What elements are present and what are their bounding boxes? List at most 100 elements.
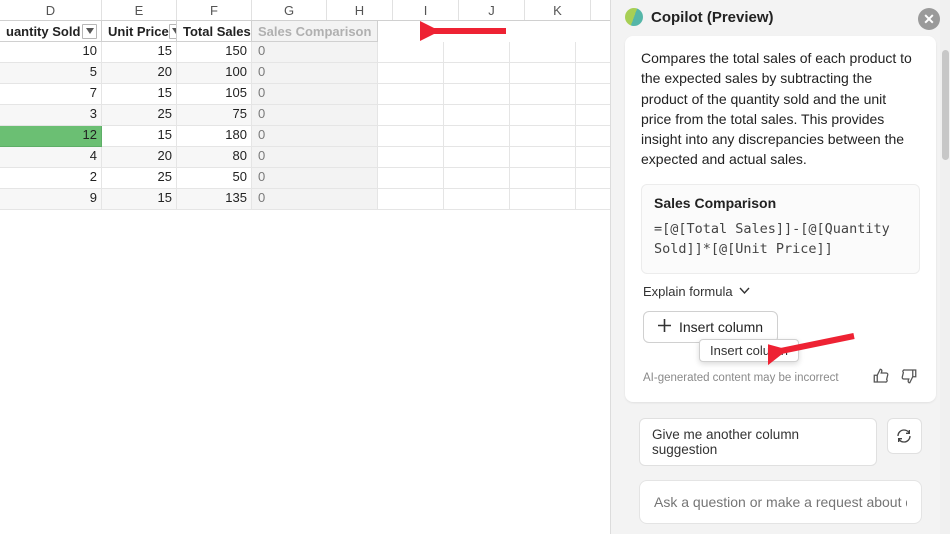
cell[interactable]: 0 bbox=[252, 168, 378, 189]
data-rows[interactable]: 1015150052010007151050325750121518004208… bbox=[0, 42, 610, 210]
cell[interactable] bbox=[378, 126, 444, 147]
cell[interactable]: 0 bbox=[252, 189, 378, 210]
cell[interactable] bbox=[576, 63, 610, 84]
thumbs-up-icon[interactable] bbox=[872, 367, 890, 388]
filter-icon[interactable] bbox=[169, 24, 177, 39]
cell[interactable] bbox=[444, 126, 510, 147]
cell[interactable]: 135 bbox=[177, 189, 252, 210]
cell[interactable]: 9 bbox=[0, 189, 102, 210]
cell[interactable]: 7 bbox=[0, 84, 102, 105]
cell[interactable] bbox=[576, 189, 610, 210]
table-row[interactable]: 12151800 bbox=[0, 126, 610, 147]
ask-input[interactable] bbox=[654, 494, 907, 510]
cell[interactable] bbox=[576, 42, 610, 63]
cell[interactable]: 10 bbox=[0, 42, 102, 63]
cell[interactable] bbox=[378, 147, 444, 168]
cell[interactable] bbox=[378, 105, 444, 126]
cell[interactable]: 15 bbox=[102, 126, 177, 147]
col-header-D[interactable]: D bbox=[0, 0, 102, 20]
col-header-F[interactable]: F bbox=[177, 0, 252, 20]
cell[interactable]: 105 bbox=[177, 84, 252, 105]
cell[interactable] bbox=[510, 126, 576, 147]
cell[interactable] bbox=[378, 189, 444, 210]
table-row[interactable]: 325750 bbox=[0, 105, 610, 126]
th-total-sales[interactable]: Total Sales bbox=[177, 21, 252, 42]
cell[interactable] bbox=[378, 42, 444, 63]
cell[interactable] bbox=[576, 84, 610, 105]
table-row[interactable]: 225500 bbox=[0, 168, 610, 189]
copilot-header: Copilot (Preview) bbox=[611, 0, 950, 32]
table-row[interactable]: 10151500 bbox=[0, 42, 610, 63]
table-row[interactable]: 5201000 bbox=[0, 63, 610, 84]
cell[interactable]: 0 bbox=[252, 147, 378, 168]
cell[interactable] bbox=[444, 105, 510, 126]
suggest-chip[interactable]: Give me another column suggestion bbox=[639, 418, 877, 466]
scrollbar[interactable] bbox=[940, 0, 950, 534]
cell[interactable]: 50 bbox=[177, 168, 252, 189]
col-header-E[interactable]: E bbox=[102, 0, 177, 20]
cell[interactable] bbox=[510, 42, 576, 63]
cell[interactable]: 20 bbox=[102, 63, 177, 84]
cell[interactable]: 25 bbox=[102, 168, 177, 189]
th-unit-price[interactable]: Unit Price bbox=[102, 21, 177, 42]
cell[interactable]: 12 bbox=[0, 126, 102, 147]
cell[interactable]: 0 bbox=[252, 105, 378, 126]
cell[interactable] bbox=[378, 84, 444, 105]
th-ghost-sales-comparison[interactable]: Sales Comparison bbox=[252, 21, 378, 42]
cell[interactable]: 15 bbox=[102, 84, 177, 105]
cell[interactable]: 4 bbox=[0, 147, 102, 168]
cell[interactable] bbox=[576, 147, 610, 168]
cell[interactable] bbox=[576, 126, 610, 147]
table-row[interactable]: 9151350 bbox=[0, 189, 610, 210]
refresh-button[interactable] bbox=[887, 418, 922, 454]
close-button[interactable]: ✕ bbox=[918, 8, 940, 30]
spreadsheet-grid[interactable]: D E F G H I J K uantity Sold Unit Price … bbox=[0, 0, 610, 534]
cell[interactable]: 75 bbox=[177, 105, 252, 126]
cell[interactable]: 2 bbox=[0, 168, 102, 189]
cell[interactable]: 80 bbox=[177, 147, 252, 168]
cell[interactable] bbox=[510, 189, 576, 210]
cell[interactable]: 3 bbox=[0, 105, 102, 126]
cell[interactable] bbox=[444, 168, 510, 189]
cell[interactable] bbox=[510, 63, 576, 84]
cell[interactable] bbox=[510, 168, 576, 189]
col-header-H[interactable]: H bbox=[327, 0, 393, 20]
cell[interactable]: 5 bbox=[0, 63, 102, 84]
cell[interactable] bbox=[378, 63, 444, 84]
cell[interactable] bbox=[576, 168, 610, 189]
col-header-G[interactable]: G bbox=[252, 0, 327, 20]
cell[interactable] bbox=[444, 84, 510, 105]
cell[interactable] bbox=[576, 105, 610, 126]
cell[interactable]: 180 bbox=[177, 126, 252, 147]
table-row[interactable]: 420800 bbox=[0, 147, 610, 168]
cell[interactable] bbox=[510, 147, 576, 168]
table-row[interactable]: 7151050 bbox=[0, 84, 610, 105]
col-header-K[interactable]: K bbox=[525, 0, 591, 20]
cell[interactable] bbox=[510, 105, 576, 126]
cell[interactable] bbox=[444, 189, 510, 210]
cell[interactable] bbox=[378, 168, 444, 189]
cell[interactable]: 15 bbox=[102, 42, 177, 63]
scrollbar-thumb[interactable] bbox=[942, 50, 949, 160]
copilot-title: Copilot (Preview) bbox=[651, 9, 774, 26]
cell[interactable] bbox=[510, 84, 576, 105]
cell[interactable]: 0 bbox=[252, 63, 378, 84]
cell[interactable]: 20 bbox=[102, 147, 177, 168]
cell[interactable]: 0 bbox=[252, 42, 378, 63]
ask-input-area[interactable] bbox=[639, 480, 922, 524]
cell[interactable]: 15 bbox=[102, 189, 177, 210]
cell[interactable]: 100 bbox=[177, 63, 252, 84]
cell[interactable] bbox=[444, 147, 510, 168]
col-header-I[interactable]: I bbox=[393, 0, 459, 20]
cell[interactable]: 0 bbox=[252, 126, 378, 147]
filter-icon[interactable] bbox=[82, 24, 97, 39]
cell[interactable]: 0 bbox=[252, 84, 378, 105]
cell[interactable] bbox=[444, 42, 510, 63]
cell[interactable] bbox=[444, 63, 510, 84]
explain-formula-link[interactable]: Explain formula bbox=[641, 274, 920, 303]
cell[interactable]: 150 bbox=[177, 42, 252, 63]
cell[interactable]: 25 bbox=[102, 105, 177, 126]
col-header-J[interactable]: J bbox=[459, 0, 525, 20]
th-quantity-sold[interactable]: uantity Sold bbox=[0, 21, 102, 42]
thumbs-down-icon[interactable] bbox=[900, 367, 918, 388]
